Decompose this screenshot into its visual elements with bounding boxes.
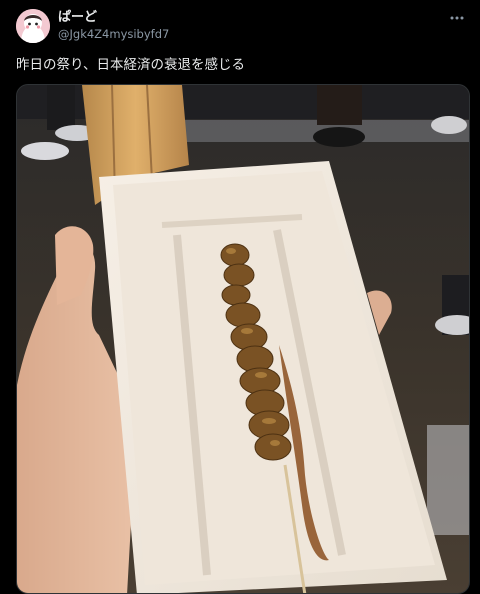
tweet-post: ぱーど @Jgk4Z4mysibyfd7 昨日の祭り、日本経済の衰退を感じる [0, 0, 480, 594]
ellipsis-icon [450, 16, 464, 20]
post-photo[interactable] [16, 84, 470, 594]
post-text: 昨日の祭り、日本経済の衰退を感じる [16, 57, 245, 73]
avatar-illustration [16, 9, 50, 43]
author-avatar[interactable] [16, 9, 50, 43]
author-handle[interactable]: @Jgk4Z4mysibyfd7 [58, 27, 169, 42]
more-options-button[interactable] [444, 8, 470, 28]
photo-yakitori-skewer-on-foam-tray [17, 85, 469, 593]
author-display-name[interactable]: ぱーど [58, 9, 97, 26]
